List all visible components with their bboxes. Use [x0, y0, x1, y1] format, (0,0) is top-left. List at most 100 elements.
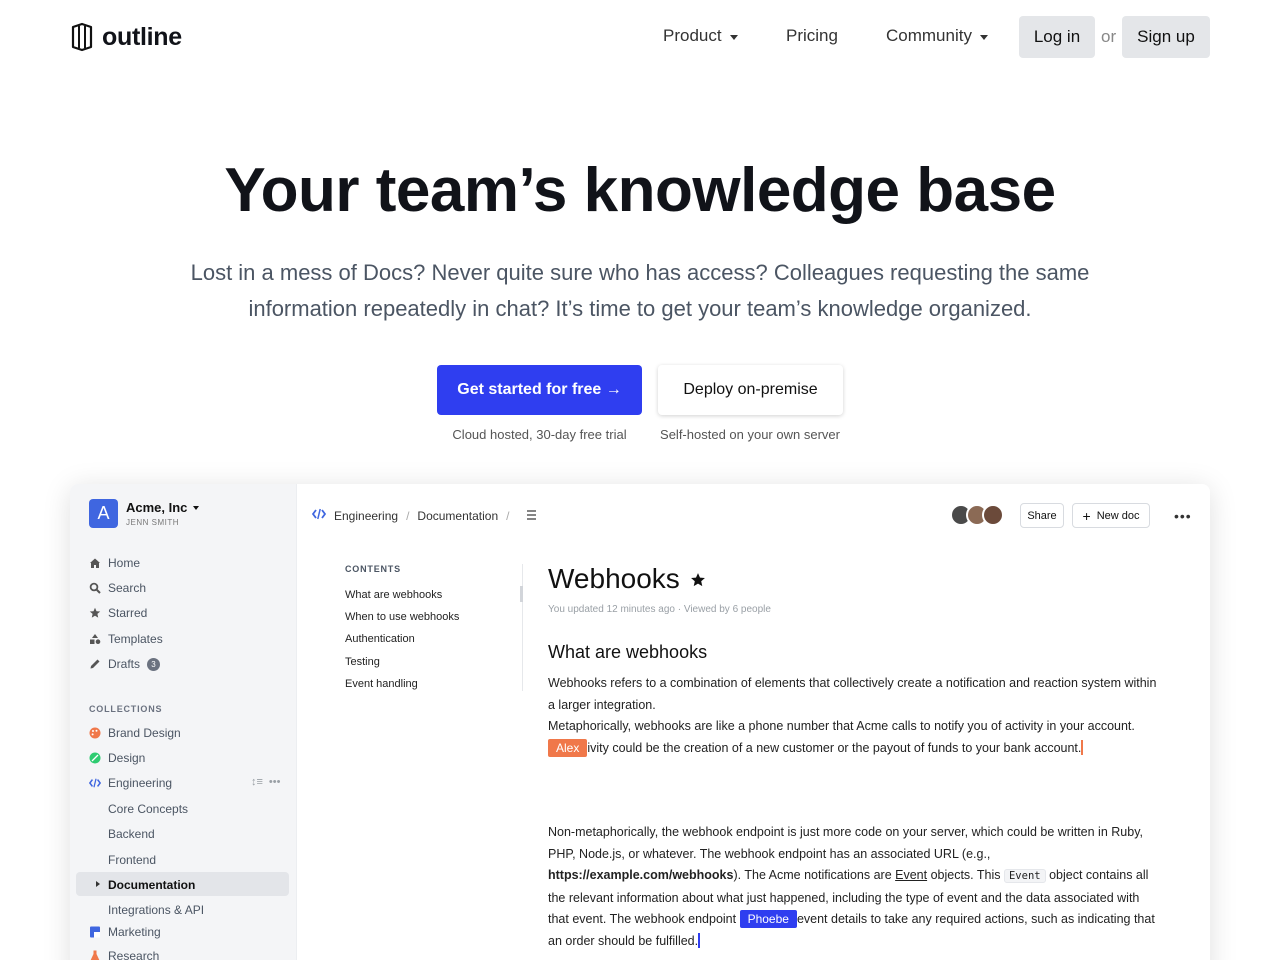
toc-item[interactable]: Event handling	[345, 678, 418, 690]
cloud-hosted-note: Cloud hosted, 30-day free trial	[452, 427, 627, 442]
doc-meta: You updated 12 minutes ago · Viewed by 6…	[548, 604, 771, 615]
team-avatar: A	[89, 499, 118, 528]
app-preview: A Acme, Inc JENN SMITH Home Search Starr…	[70, 484, 1210, 960]
sidebar-item-label: Marketing	[108, 925, 161, 939]
doc-title: Webhooks	[548, 563, 706, 595]
paragraph-text: ). The Acme notifications are	[733, 868, 896, 882]
engineering-tools: ↕≡ •••	[251, 776, 280, 788]
plus-icon: +	[1082, 507, 1091, 524]
nav-community[interactable]: Community	[886, 26, 988, 46]
self-hosted-note: Self-hosted on your own server	[660, 427, 840, 442]
inline-code: Event	[1003, 869, 1046, 883]
team-switcher[interactable]: A Acme, Inc JENN SMITH	[89, 499, 200, 528]
sidebar-item-home[interactable]: Home	[89, 554, 140, 572]
home-icon	[89, 557, 101, 569]
sidebar-item-research[interactable]: Research	[89, 947, 159, 960]
toc-toggle-icon[interactable]	[525, 509, 537, 523]
flask-icon	[89, 950, 101, 960]
sidebar-item-marketing[interactable]: Marketing	[89, 923, 161, 941]
sidebar-item-templates[interactable]: Templates	[89, 630, 163, 648]
breadcrumb-collection[interactable]: Engineering	[334, 509, 398, 523]
breadcrumb-separator: /	[406, 508, 410, 523]
star-icon[interactable]	[690, 563, 706, 595]
toc-scroll-indicator	[520, 586, 523, 602]
sidebar-item-label: Design	[108, 751, 146, 765]
cursor-caret	[1081, 739, 1084, 755]
toc-item[interactable]: When to use webhooks	[345, 611, 459, 623]
doc-paragraph[interactable]: Webhooks refers to a combination of elem…	[548, 673, 1158, 759]
breadcrumb: Engineering / Documentation /	[311, 508, 537, 523]
cursor-caret	[698, 932, 701, 948]
collections-header: COLLECTIONS	[89, 704, 163, 714]
doc-link[interactable]: https://example.com/webhooks	[548, 868, 733, 882]
nav-community-label: Community	[886, 26, 972, 45]
signup-button[interactable]: Sign up	[1122, 16, 1210, 58]
more-icon[interactable]: •••	[269, 776, 281, 788]
toc-item[interactable]: Authentication	[345, 633, 415, 645]
sidebar-item-frontend[interactable]: Frontend	[108, 853, 156, 867]
new-doc-button[interactable]: + New doc	[1072, 503, 1150, 528]
collaborator-cursor-phoebe: Phoebe	[739, 910, 797, 928]
toc-item[interactable]: Testing	[345, 656, 380, 668]
sidebar-item-design[interactable]: Design	[89, 749, 145, 767]
top-nav: outline Product Pricing Community Log in…	[0, 0, 1280, 74]
outline-logo-icon	[71, 22, 93, 52]
sidebar-item-label: Drafts	[108, 657, 141, 671]
login-button[interactable]: Log in	[1019, 16, 1095, 58]
breadcrumb-document[interactable]: Documentation	[417, 509, 498, 523]
paragraph-text: Metaphorically, webhooks are like a phon…	[548, 719, 1135, 733]
doc-link-event[interactable]: Event	[895, 868, 927, 882]
code-icon	[311, 508, 327, 523]
team-user: JENN SMITH	[126, 518, 179, 527]
hero-subtitle: Lost in a mess of Docs? Never quite sure…	[190, 260, 1090, 321]
expand-triangle-icon[interactable]	[96, 881, 100, 887]
collaborator-avatars[interactable]	[950, 504, 1004, 526]
palette-icon	[89, 727, 101, 739]
sidebar-item-engineering[interactable]: Engineering	[89, 774, 172, 792]
sidebar-item-search[interactable]: Search	[89, 579, 146, 597]
sidebar-item-label: Brand Design	[108, 726, 181, 740]
sidebar-item-label: Search	[108, 581, 147, 595]
sidebar-item-documentation[interactable]: Documentation	[108, 878, 195, 892]
logo-text: outline	[102, 22, 182, 51]
sidebar-item-backend[interactable]: Backend	[108, 827, 155, 841]
paragraph-text: Webhooks refers to a combination of elem…	[548, 676, 1157, 712]
breadcrumb-separator: /	[506, 508, 510, 523]
doc-heading[interactable]: What are webhooks	[548, 642, 707, 663]
more-options-icon[interactable]: •••	[1174, 508, 1192, 524]
team-name-label: Acme, Inc	[126, 500, 188, 515]
sidebar-item-brand-design[interactable]: Brand Design	[89, 724, 181, 742]
deploy-on-premise-button[interactable]: Deploy on-premise	[658, 365, 843, 415]
nav-product-label: Product	[663, 26, 722, 45]
get-started-button[interactable]: Get started for free →	[437, 365, 642, 415]
toc-divider	[522, 564, 523, 691]
new-doc-label: New doc	[1096, 509, 1140, 522]
sidebar-item-integrations[interactable]: Integrations & API	[108, 903, 204, 917]
nav-product[interactable]: Product	[663, 26, 738, 46]
code-icon	[89, 777, 101, 789]
drafts-count-badge: 3	[147, 657, 161, 671]
sidebar-item-label: Home	[108, 556, 141, 570]
share-button[interactable]: Share	[1020, 503, 1064, 528]
paragraph-text: ivity could be the creation of a new cus…	[587, 740, 1082, 755]
toc-header: CONTENTS	[345, 564, 401, 574]
search-icon	[89, 582, 101, 594]
caret-down-icon	[193, 505, 200, 510]
nav-pricing[interactable]: Pricing	[786, 26, 838, 46]
templates-icon	[89, 633, 101, 645]
leaf-icon	[89, 752, 101, 764]
sidebar-item-drafts[interactable]: Drafts 3	[89, 655, 161, 673]
caret-down-icon	[729, 34, 738, 40]
sort-icon[interactable]: ↕≡	[251, 776, 263, 788]
caret-down-icon	[979, 34, 988, 40]
doc-title-text[interactable]: Webhooks	[548, 563, 680, 595]
doc-paragraph[interactable]: Non-metaphorically, the webhook endpoint…	[548, 822, 1158, 952]
sidebar-item-label: Templates	[108, 632, 163, 646]
sidebar-item-starred[interactable]: Starred	[89, 604, 147, 622]
star-icon	[89, 607, 101, 619]
toc-item[interactable]: What are webhooks	[345, 589, 442, 601]
logo[interactable]: outline	[70, 22, 182, 52]
sidebar-item-core-concepts[interactable]: Core Concepts	[108, 802, 188, 816]
marketing-icon	[89, 926, 101, 938]
hero-title: Your team’s knowledge base	[224, 156, 1056, 225]
